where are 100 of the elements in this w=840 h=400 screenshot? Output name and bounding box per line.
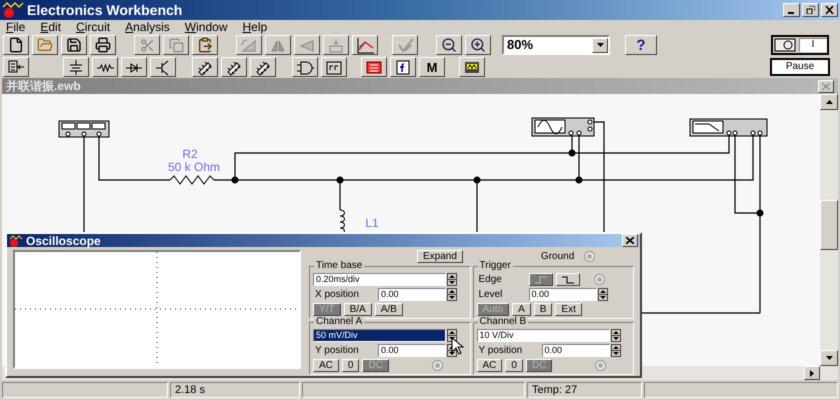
mode-button[interactable]: B/A — [344, 303, 372, 316]
cut-button[interactable] — [134, 35, 160, 55]
spin-arrows-icon[interactable] — [447, 288, 457, 301]
graph-icon — [356, 36, 374, 54]
field-label: Y position — [314, 344, 360, 358]
spin-arrows-icon[interactable] — [598, 288, 608, 301]
junction-dot — [232, 176, 238, 184]
value-field[interactable]: 0.00 — [528, 288, 596, 301]
menu-item[interactable]: File — [6, 21, 26, 33]
mode-button[interactable]: Ext — [555, 303, 582, 316]
help-button[interactable]: ? — [625, 35, 657, 55]
terminal-icon — [594, 274, 604, 285]
mixed-ic-button[interactable] — [221, 57, 247, 77]
field-label: Level — [478, 288, 504, 302]
menu-item[interactable]: Circuit — [76, 21, 110, 33]
value-field[interactable]: 0.20ms/div — [313, 273, 446, 286]
pause-button[interactable]: Pause — [770, 58, 830, 76]
spin-arrows-icon[interactable] — [447, 273, 457, 286]
component-label: R2 — [182, 147, 198, 161]
field-label: X position — [314, 288, 360, 302]
value-field[interactable]: 0.00 — [378, 288, 446, 301]
mode-button[interactable]: A/B — [374, 303, 403, 316]
sources-button[interactable] — [63, 57, 89, 77]
mode-button[interactable]: A — [512, 303, 531, 316]
instruments-button[interactable] — [459, 57, 485, 77]
zoom-in-button[interactable] — [465, 35, 491, 55]
app-title: Electronics Workbench — [27, 0, 182, 20]
ground-label: Ground — [540, 250, 574, 264]
zoom-dropdown[interactable]: 80% — [502, 35, 610, 55]
component-bin-button[interactable] — [3, 57, 29, 77]
scroll-thumb[interactable] — [820, 200, 838, 250]
menu-item[interactable]: Analysis — [125, 21, 170, 33]
controls-button[interactable] — [390, 57, 416, 77]
component-label: L1 — [365, 216, 379, 230]
edge-button[interactable] — [528, 273, 552, 286]
status-temperature: Temp: 27 — [527, 382, 642, 398]
multimeter-drawing — [58, 120, 110, 138]
value-field[interactable]: 0.00 — [542, 344, 610, 357]
transistors-button[interactable] — [150, 57, 176, 77]
flip-vertical-button[interactable] — [294, 35, 320, 55]
check-button[interactable] — [392, 35, 418, 55]
logic-gates-button[interactable] — [292, 57, 318, 77]
close-button[interactable] — [622, 234, 638, 247]
mode-button[interactable]: 0 — [342, 359, 360, 372]
field-label: Edge — [478, 273, 503, 287]
spin-arrows-icon[interactable] — [610, 329, 620, 342]
new-button[interactable] — [3, 35, 29, 55]
copy-icon — [168, 38, 184, 52]
save-icon — [66, 37, 82, 53]
document-title: 并联谐振.ewb — [6, 80, 81, 92]
value-field[interactable]: 10 V/Div — [476, 329, 610, 342]
paste-button[interactable] — [192, 35, 218, 55]
source-icon — [67, 58, 85, 76]
app-icon — [2, 2, 24, 18]
minimize-button[interactable] — [783, 3, 800, 17]
value-field[interactable]: 50 mV/Div — [313, 329, 446, 342]
edge-button[interactable] — [556, 273, 580, 286]
close-button[interactable] — [821, 3, 838, 17]
spin-arrows-icon[interactable] — [610, 344, 620, 357]
menu-item[interactable]: Help — [242, 21, 268, 33]
gate-icon — [296, 58, 314, 76]
mode-button[interactable]: AC — [313, 359, 339, 372]
power-switch[interactable]: I — [771, 35, 829, 55]
wire — [98, 137, 170, 181]
menu-item[interactable]: Edit — [40, 21, 62, 33]
status-time: 2.18 s — [170, 382, 300, 398]
miscellaneous-button[interactable]: M — [419, 57, 445, 77]
junction-dot — [756, 210, 764, 216]
close-button[interactable] — [818, 80, 834, 92]
close-icon — [626, 237, 634, 244]
value-field[interactable]: 0.00 — [378, 344, 446, 357]
properties-button[interactable] — [323, 35, 349, 55]
mode-button[interactable]: 0 — [505, 359, 523, 372]
graph-button[interactable] — [352, 35, 378, 55]
indicators-button[interactable] — [361, 57, 387, 77]
indicator-icon — [365, 58, 383, 76]
digital-button[interactable] — [321, 57, 347, 77]
clipboard-icon — [197, 37, 213, 53]
spin-arrows-icon[interactable] — [447, 329, 457, 342]
check-icon — [396, 36, 414, 54]
mode-button[interactable]: AC — [476, 359, 502, 372]
scroll-up-icon — [826, 100, 832, 104]
rotate-button[interactable] — [236, 35, 262, 55]
save-button[interactable] — [61, 35, 87, 55]
analog-ic-button[interactable] — [192, 57, 218, 77]
junction-dot — [336, 176, 344, 184]
print-button[interactable] — [90, 35, 116, 55]
function-generator-drawing — [532, 118, 594, 136]
open-button[interactable] — [32, 35, 58, 55]
basic-button[interactable] — [92, 57, 118, 77]
vertical-scrollbar[interactable] — [820, 94, 838, 366]
copy-button[interactable] — [163, 35, 189, 55]
mode-button[interactable]: B — [534, 303, 552, 316]
expand-button[interactable]: Expand — [417, 250, 463, 263]
flip-horizontal-button[interactable] — [265, 35, 291, 55]
restore-button[interactable] — [802, 3, 819, 17]
menu-item[interactable]: Window — [184, 21, 228, 33]
zoom-out-button[interactable] — [436, 35, 462, 55]
diodes-button[interactable] — [121, 57, 147, 77]
digital-ic-button[interactable] — [250, 57, 276, 77]
